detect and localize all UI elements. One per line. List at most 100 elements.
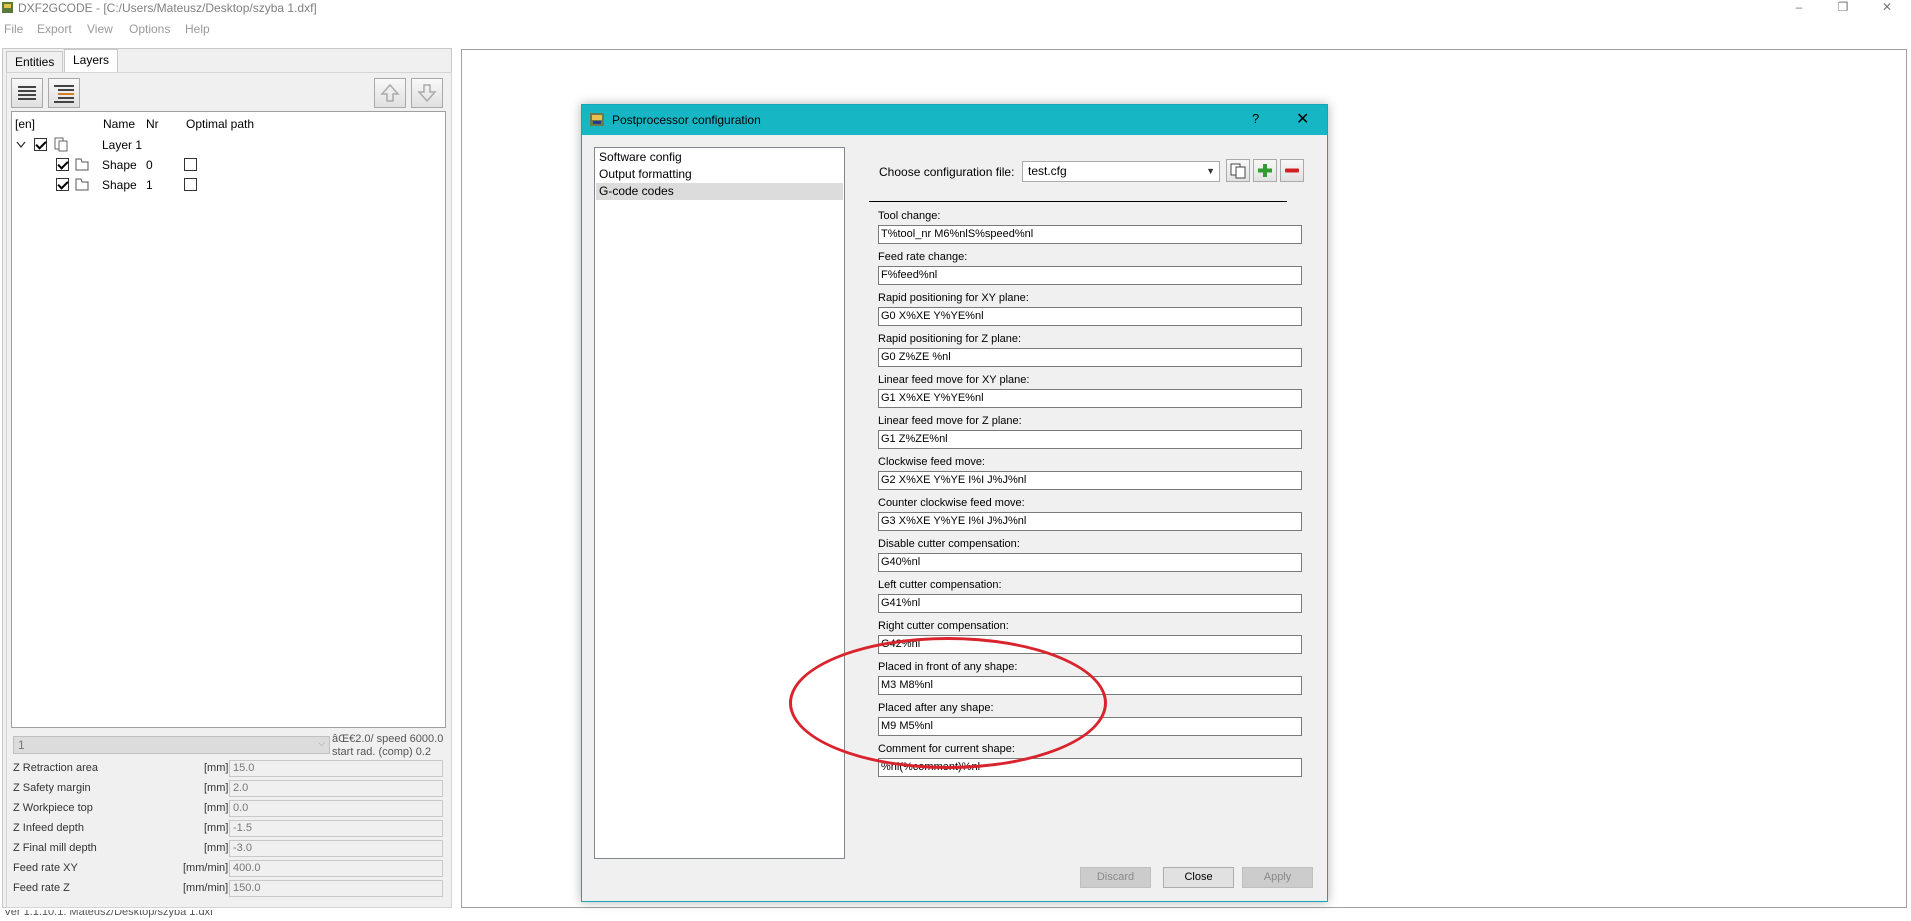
list-view-button[interactable] — [11, 78, 43, 108]
tree-header-nr[interactable]: Nr — [146, 117, 159, 131]
param-row: Z Final mill depth [mm] -3.0 — [13, 840, 443, 858]
param-value[interactable]: 2.0 — [229, 780, 443, 797]
menu-export[interactable]: Export — [37, 22, 72, 36]
field-label-right-comp: Right cutter compensation: — [878, 620, 1009, 632]
tree-row-layer[interactable]: Layer 1 — [12, 136, 445, 154]
arrow-up-icon — [380, 83, 400, 102]
remove-config-button[interactable] — [1280, 159, 1304, 182]
tree-row-shape[interactable]: Shape 0 — [12, 156, 445, 174]
param-value[interactable]: 0.0 — [229, 800, 443, 817]
field-rapid-z[interactable]: G0 Z%ZE %nl — [878, 348, 1302, 367]
param-unit: [mm/min] — [183, 862, 229, 874]
arrow-down-icon — [417, 84, 437, 103]
config-file-select[interactable]: test.cfg ▼ — [1022, 161, 1220, 182]
optimal-path-checkbox[interactable] — [184, 158, 197, 171]
param-value[interactable]: -3.0 — [229, 840, 443, 857]
field-label-linear-xy: Linear feed move for XY plane: — [878, 374, 1030, 386]
chevron-down-icon[interactable] — [16, 141, 26, 149]
param-value[interactable]: 400.0 — [229, 860, 443, 877]
config-file-value: test.cfg — [1028, 164, 1067, 178]
param-value[interactable]: 150.0 — [229, 880, 443, 897]
shape-icon — [75, 178, 89, 191]
layer-icon — [54, 137, 68, 152]
tool-info-line2: start rad. (comp) 0.2 — [332, 746, 432, 758]
nav-item-output-formatting[interactable]: Output formatting — [596, 166, 843, 183]
nav-item-gcode-codes[interactable]: G-code codes — [596, 183, 843, 200]
tab-layers[interactable]: Layers — [64, 49, 119, 73]
shape-checkbox[interactable] — [56, 158, 69, 171]
dialog-close-icon[interactable]: ✕ — [1296, 109, 1309, 129]
move-up-button[interactable] — [374, 78, 406, 108]
shape-icon — [75, 158, 89, 171]
param-label: Feed rate XY — [13, 862, 78, 874]
param-row: Z Workpiece top [mm] 0.0 — [13, 800, 443, 818]
apply-button[interactable]: Apply — [1242, 867, 1313, 888]
tree-header-name[interactable]: Name — [103, 117, 135, 131]
param-unit: [mm] — [204, 842, 229, 854]
nav-item-software-config[interactable]: Software config — [596, 149, 843, 166]
param-label: Z Safety margin — [13, 782, 91, 794]
layers-tree: [en] Name Nr Optimal path Layer 1 Shape … — [11, 111, 446, 728]
tree-view-button[interactable] — [48, 78, 80, 108]
shape-name: Shape — [102, 158, 137, 172]
field-counter-clockwise[interactable]: G3 X%XE Y%YE I%I J%J%nl — [878, 512, 1302, 531]
close-button[interactable]: Close — [1163, 867, 1234, 888]
field-label-tool-change: Tool change: — [878, 210, 941, 222]
field-label-linear-z: Linear feed move for Z plane: — [878, 415, 1022, 427]
minimize-button[interactable]: – — [1779, 0, 1819, 17]
optimal-path-checkbox[interactable] — [184, 178, 197, 191]
shape-nr: 1 — [146, 178, 153, 192]
field-tool-change[interactable]: T%tool_nr M6%nlS%speed%nl — [878, 225, 1302, 244]
statusbar: Ver 1.1.10.1: Mateusz/Desktop/szyba 1.dx… — [0, 910, 1911, 921]
tree-header-lang[interactable]: [en] — [15, 117, 35, 131]
window-title: DXF2GCODE - [C:/Users/Mateusz/Desktop/sz… — [18, 1, 317, 15]
param-unit: [mm/min] — [183, 882, 229, 894]
param-unit: [mm] — [204, 802, 229, 814]
shape-name: Shape — [102, 178, 137, 192]
menu-help[interactable]: Help — [185, 22, 210, 36]
app-icon — [590, 113, 604, 126]
discard-button[interactable]: Discard — [1080, 867, 1151, 888]
dialog-help-button[interactable]: ? — [1252, 111, 1259, 126]
field-linear-xy[interactable]: G1 X%XE Y%YE%nl — [878, 389, 1302, 408]
restore-button[interactable]: ❐ — [1823, 0, 1863, 17]
menu-file[interactable]: File — [4, 22, 23, 36]
postprocessor-dialog: Postprocessor configuration ? ✕ Software… — [581, 104, 1328, 902]
param-label: Z Final mill depth — [13, 842, 97, 854]
tree-row-shape[interactable]: Shape 1 — [12, 176, 445, 194]
param-label: Feed rate Z — [13, 882, 70, 894]
tab-entities[interactable]: Entities — [6, 51, 64, 73]
menu-options[interactable]: Options — [129, 22, 170, 36]
tree-header-optimal-path[interactable]: Optimal path — [186, 117, 254, 131]
field-label-disable-comp: Disable cutter compensation: — [878, 538, 1020, 550]
add-config-button[interactable] — [1253, 159, 1277, 182]
field-clockwise[interactable]: G2 X%XE Y%YE I%I J%J%nl — [878, 471, 1302, 490]
field-disable-comp[interactable]: G40%nl — [878, 553, 1302, 572]
dialog-titlebar: Postprocessor configuration ? ✕ — [582, 105, 1327, 135]
param-row: Z Infeed depth [mm] -1.5 — [13, 820, 443, 838]
window-close-button[interactable]: ✕ — [1867, 0, 1907, 17]
menu-view[interactable]: View — [87, 22, 113, 36]
field-feed-rate-change[interactable]: F%feed%nl — [878, 266, 1302, 285]
field-linear-z[interactable]: G1 Z%ZE%nl — [878, 430, 1302, 449]
layer-checkbox[interactable] — [34, 138, 47, 151]
move-down-button[interactable] — [411, 78, 443, 108]
chevron-down-icon: ▼ — [1206, 166, 1215, 176]
minus-icon — [1285, 168, 1299, 173]
shape-nr: 0 — [146, 158, 153, 172]
param-unit: [mm] — [204, 762, 229, 774]
app-icon — [2, 2, 13, 13]
menubar: File Export View Options Help — [0, 20, 1911, 40]
param-value[interactable]: -1.5 — [229, 820, 443, 837]
param-row: Feed rate Z [mm/min] 150.0 — [13, 880, 443, 898]
field-left-comp[interactable]: G41%nl — [878, 594, 1302, 613]
layer-name: Layer 1 — [102, 138, 143, 152]
field-label-rapid-z: Rapid positioning for Z plane: — [878, 333, 1022, 345]
config-nav-list: Software config Output formatting G-code… — [594, 147, 845, 859]
param-value[interactable]: 15.0 — [229, 760, 443, 777]
red-ellipse-annotation — [789, 637, 1107, 769]
shape-checkbox[interactable] — [56, 178, 69, 191]
tool-select[interactable]: 1 ⌵ — [13, 736, 330, 754]
duplicate-config-button[interactable] — [1226, 159, 1250, 182]
field-rapid-xy[interactable]: G0 X%XE Y%YE%nl — [878, 307, 1302, 326]
